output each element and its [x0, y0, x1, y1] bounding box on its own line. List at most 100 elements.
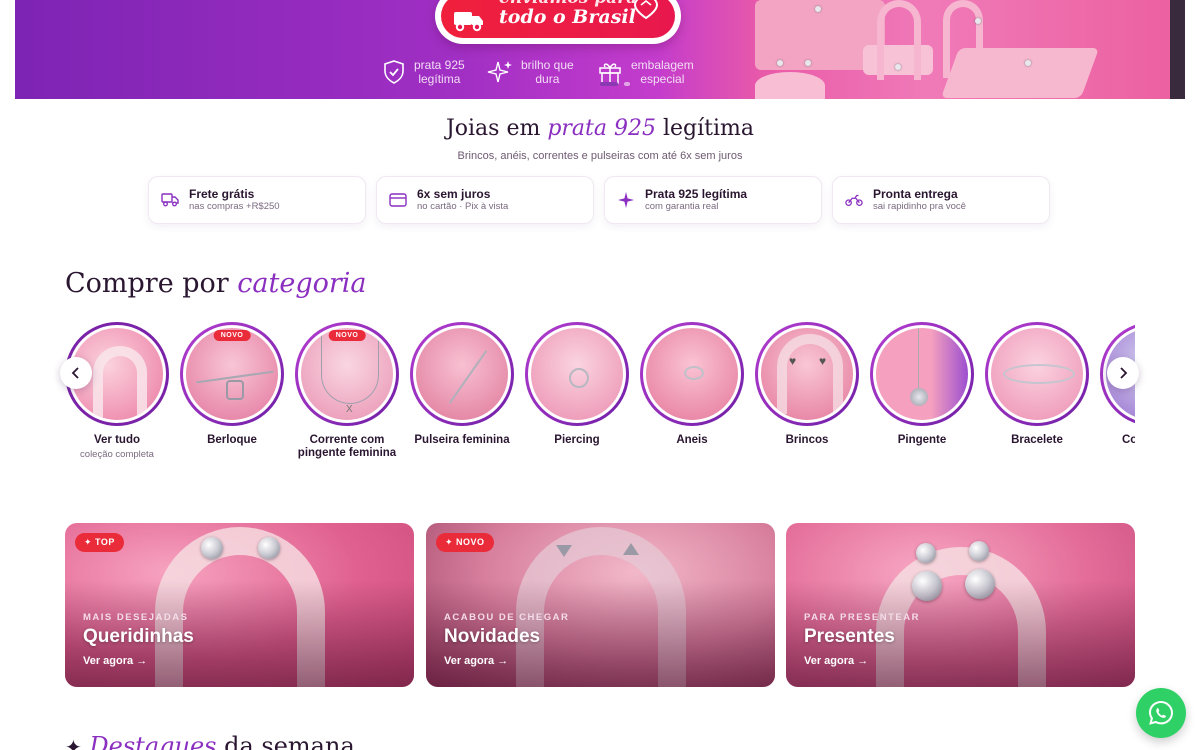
category-pingente[interactable]: Pingente — [870, 322, 974, 447]
perk-label: embalagem — [631, 58, 694, 72]
promo-kicker: PARA PRESENTEAR — [804, 612, 920, 623]
benefit-ready-delivery: Pronta entrega sai rapidinho pra você — [832, 176, 1050, 224]
map-pin-icon — [633, 0, 659, 20]
category-name: Bracelete — [1011, 434, 1063, 446]
highlights-title: ✦ Destaques da semana — [65, 732, 355, 750]
chevron-right-icon — [1120, 367, 1128, 379]
motorbike-icon — [845, 191, 863, 209]
category-name: Piercing — [554, 434, 600, 446]
category-ver-tudo[interactable]: Ver tudo coleção completa — [65, 322, 169, 460]
headline-text: Joias em — [445, 116, 548, 141]
carousel-dot[interactable] — [624, 82, 630, 86]
promo-cta-link[interactable]: Ver agora → — [83, 655, 147, 667]
category-name: Corrente com pingente feminina — [297, 434, 397, 459]
category-name: Aneis — [676, 434, 708, 446]
promo-tag: ✦ TOP — [75, 533, 124, 552]
carousel-dot-active[interactable] — [600, 82, 618, 86]
category-brincos[interactable]: ♥ ♥ Brincos — [755, 322, 859, 447]
whatsapp-icon — [1148, 700, 1174, 725]
categories-carousel[interactable]: Ver tudo coleção completa NOVO Berloque … — [65, 322, 1135, 482]
chevron-left-icon — [71, 367, 79, 379]
earring — [895, 64, 901, 70]
category-image — [528, 325, 626, 423]
benefit-subtitle: no cartão · Pix à vista — [417, 201, 509, 212]
section-title-accent: Destaques — [89, 732, 217, 750]
benefit-subtitle: sai rapidinho pra você — [873, 201, 966, 212]
promo-title: Presentes — [804, 626, 895, 647]
category-image: ♥ ♥ — [758, 325, 856, 423]
category-image — [873, 325, 971, 423]
benefit-subtitle: com garantia real — [645, 201, 719, 212]
hero-edge — [1170, 0, 1185, 99]
promo-tag: ✦ NOVO — [436, 533, 494, 552]
earring — [777, 60, 783, 66]
category-pulseira[interactable]: Pulseira feminina — [410, 322, 514, 447]
category-image — [413, 325, 511, 423]
shipping-pill: enviamos para todo o Brasil — [435, 0, 681, 44]
earring — [815, 6, 821, 12]
benefit-title: Frete grátis — [189, 187, 255, 201]
promo-card-novidades[interactable]: ✦ NOVO ACABOU DE CHEGAR Novidades Ver ag… — [426, 523, 775, 687]
categories-title: Compre por categoria — [65, 268, 367, 299]
category-image — [643, 325, 741, 423]
headline-accent: prata 925 — [547, 116, 656, 141]
card-icon — [389, 191, 407, 209]
category-name: Pulseira feminina — [414, 434, 510, 446]
shipping-line-2: todo o Brasil — [499, 6, 636, 28]
truck-icon — [454, 12, 483, 32]
category-name: Ver tudo — [93, 434, 140, 446]
promo-title: Queridinhas — [83, 626, 194, 647]
perk-label: especial — [640, 72, 685, 86]
earring — [805, 60, 811, 66]
category-corrente[interactable]: NOVO X Corrente com pingente feminina — [295, 322, 399, 460]
section-title-accent: categoria — [237, 268, 367, 299]
carousel-prev-button[interactable] — [60, 357, 92, 389]
benefit-title: Pronta entrega — [873, 187, 958, 201]
headline-text: legítima — [656, 116, 755, 141]
section-title-text: Compre por — [65, 268, 238, 299]
star-icon: ✦ — [65, 735, 82, 750]
hero-banner[interactable]: enviamos para todo o Brasil prata 925leg… — [15, 0, 1185, 99]
perk-label: dura — [535, 72, 560, 86]
page-headline: Joias em prata 925 legítima — [0, 116, 1200, 141]
category-piercing[interactable]: Piercing — [525, 322, 629, 447]
promo-title: Novidades — [444, 626, 541, 647]
new-badge: NOVO — [328, 330, 366, 341]
truck-icon — [161, 191, 179, 209]
perk-silver: prata 925 legítima — [382, 58, 465, 86]
jewelry-display-stand — [940, 48, 1100, 98]
promo-cta-link[interactable]: Ver agora → — [804, 655, 868, 667]
section-title-text: da semana — [216, 732, 355, 750]
perk-label: prata 925 — [414, 58, 465, 72]
benefits-row: Frete grátis nas compras +R$250 6x sem ju… — [148, 176, 1050, 224]
benefit-subtitle: nas compras +R$250 — [189, 201, 280, 212]
carousel-next-button[interactable] — [1107, 357, 1139, 389]
benefit-free-shipping: Frete grátis nas compras +R$250 — [148, 176, 366, 224]
carousel-dots[interactable] — [600, 82, 630, 86]
promo-kicker: ACABOU DE CHEGAR — [444, 612, 570, 623]
earring — [975, 18, 981, 24]
sparkles-icon — [487, 61, 512, 83]
jewelry-display-stand — [755, 72, 825, 99]
category-bracelete[interactable]: Bracelete — [985, 322, 1089, 447]
benefit-title: Prata 925 legítima — [645, 187, 748, 201]
benefit-title: 6x sem juros — [417, 187, 491, 201]
benefit-installments: 6x sem juros no cartão · Pix à vista — [376, 176, 594, 224]
promo-card-queridinhas[interactable]: ✦ TOP MAIS DESEJADAS Queridinhas Ver ago… — [65, 523, 414, 687]
category-subtitle: coleção completa — [80, 449, 154, 460]
page-subtitle: Brincos, anéis, correntes e pulseiras co… — [457, 150, 743, 162]
category-berloque[interactable]: NOVO Berloque — [180, 322, 284, 447]
category-name: Brincos — [785, 434, 829, 446]
new-badge: NOVO — [213, 330, 251, 341]
category-name: Co — [1122, 434, 1135, 446]
perk-label: legítima — [418, 72, 461, 86]
perk-label: brilho que — [521, 58, 574, 72]
promo-cta-link[interactable]: Ver agora → — [444, 655, 508, 667]
category-image — [988, 325, 1086, 423]
promo-card-presentes[interactable]: PARA PRESENTEAR Presentes Ver agora → — [786, 523, 1135, 687]
sparkle-icon — [617, 191, 635, 209]
category-aneis[interactable]: Aneis — [640, 322, 744, 447]
category-name: Pingente — [897, 434, 947, 446]
whatsapp-button[interactable] — [1136, 688, 1186, 738]
perk-shine: brilho que dura — [487, 58, 574, 86]
